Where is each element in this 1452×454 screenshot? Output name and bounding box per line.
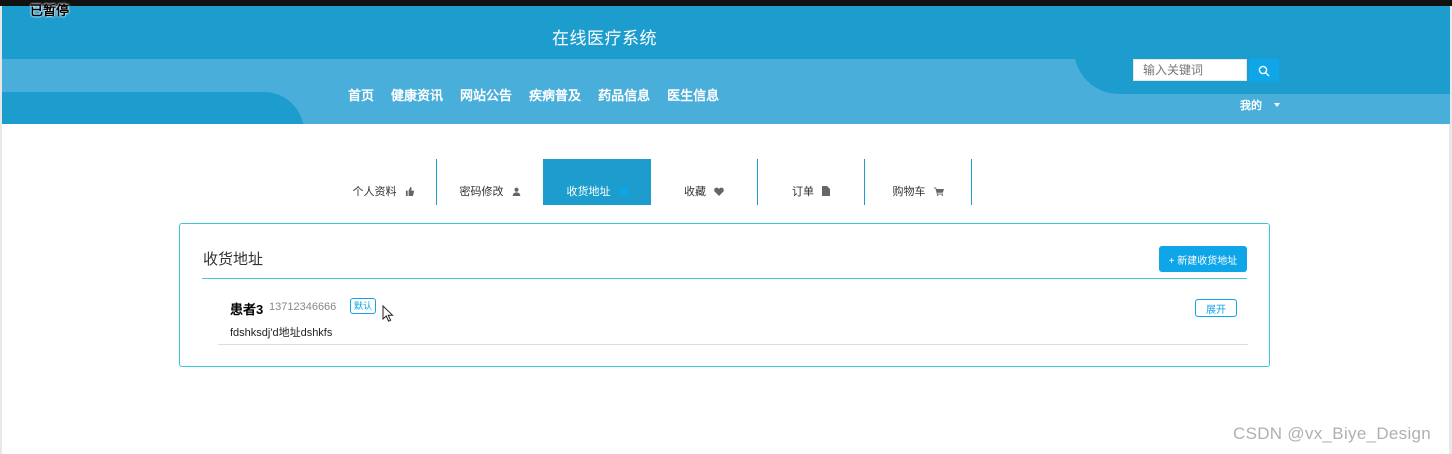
nav-home[interactable]: 首页: [348, 85, 374, 104]
nav-doctor-info[interactable]: 医生信息: [667, 85, 719, 104]
search-icon: [1258, 65, 1270, 76]
nav-health-news[interactable]: 健康资讯: [391, 85, 443, 104]
search-input[interactable]: [1133, 59, 1247, 81]
header-wave-left: [2, 92, 304, 124]
panel-title: 收货地址: [203, 251, 264, 268]
nav-disease-info[interactable]: 疾病普及: [529, 85, 581, 104]
tab-label: 收藏: [684, 186, 706, 198]
panel-divider: [202, 278, 1247, 279]
user-icon: [512, 187, 521, 199]
location-icon: [619, 186, 629, 199]
nav-announcements[interactable]: 网站公告: [460, 85, 512, 104]
expand-button[interactable]: 展开: [1195, 299, 1237, 317]
search-button[interactable]: [1249, 59, 1279, 82]
profile-tabs: 个人资料 密码修改 收货地址 收藏 订单 购物车: [330, 159, 972, 205]
tab-label: 个人资料: [352, 186, 397, 198]
tab-address[interactable]: 收货地址: [544, 159, 651, 205]
address-detail: fdshksdj'd地址dshkfs: [230, 327, 333, 339]
user-menu-label: 我的: [1240, 100, 1262, 112]
default-badge: 默认: [350, 298, 377, 314]
paused-label: 已暂停: [30, 3, 70, 18]
tab-profile[interactable]: 个人资料: [330, 159, 437, 205]
tab-favorites[interactable]: 收藏: [651, 159, 758, 205]
address-panel: 收货地址 + 新建收货地址 患者3 13712346666 默认 fdshksd…: [179, 223, 1270, 367]
mouse-pointer-icon: [382, 304, 394, 328]
chevron-down-icon: [1274, 103, 1280, 107]
heart-icon: [714, 187, 724, 199]
recipient-name: 患者3: [230, 302, 264, 317]
file-icon: [822, 186, 830, 199]
user-menu[interactable]: 我的: [1240, 97, 1280, 113]
main-nav: 首页 健康资讯 网站公告 疾病普及 药品信息 医生信息: [348, 85, 736, 104]
entry-divider: [218, 344, 1248, 345]
thumb-icon: [405, 187, 414, 199]
tab-cart[interactable]: 购物车: [865, 159, 972, 205]
cart-icon: [933, 187, 944, 199]
tab-orders[interactable]: 订单: [758, 159, 865, 205]
tab-label: 密码修改: [459, 186, 504, 198]
watermark: CSDN @vx_Biye_Design: [1233, 424, 1432, 443]
tab-label: 订单: [792, 186, 814, 198]
tab-password[interactable]: 密码修改: [437, 159, 544, 205]
nav-medicine-info[interactable]: 药品信息: [598, 85, 650, 104]
tab-label: 购物车: [892, 186, 926, 198]
recipient-phone: 13712346666: [269, 301, 337, 313]
new-address-button[interactable]: + 新建收货地址: [1159, 246, 1247, 272]
tab-label: 收货地址: [566, 186, 611, 198]
site-title: 在线医疗系统: [552, 29, 657, 48]
